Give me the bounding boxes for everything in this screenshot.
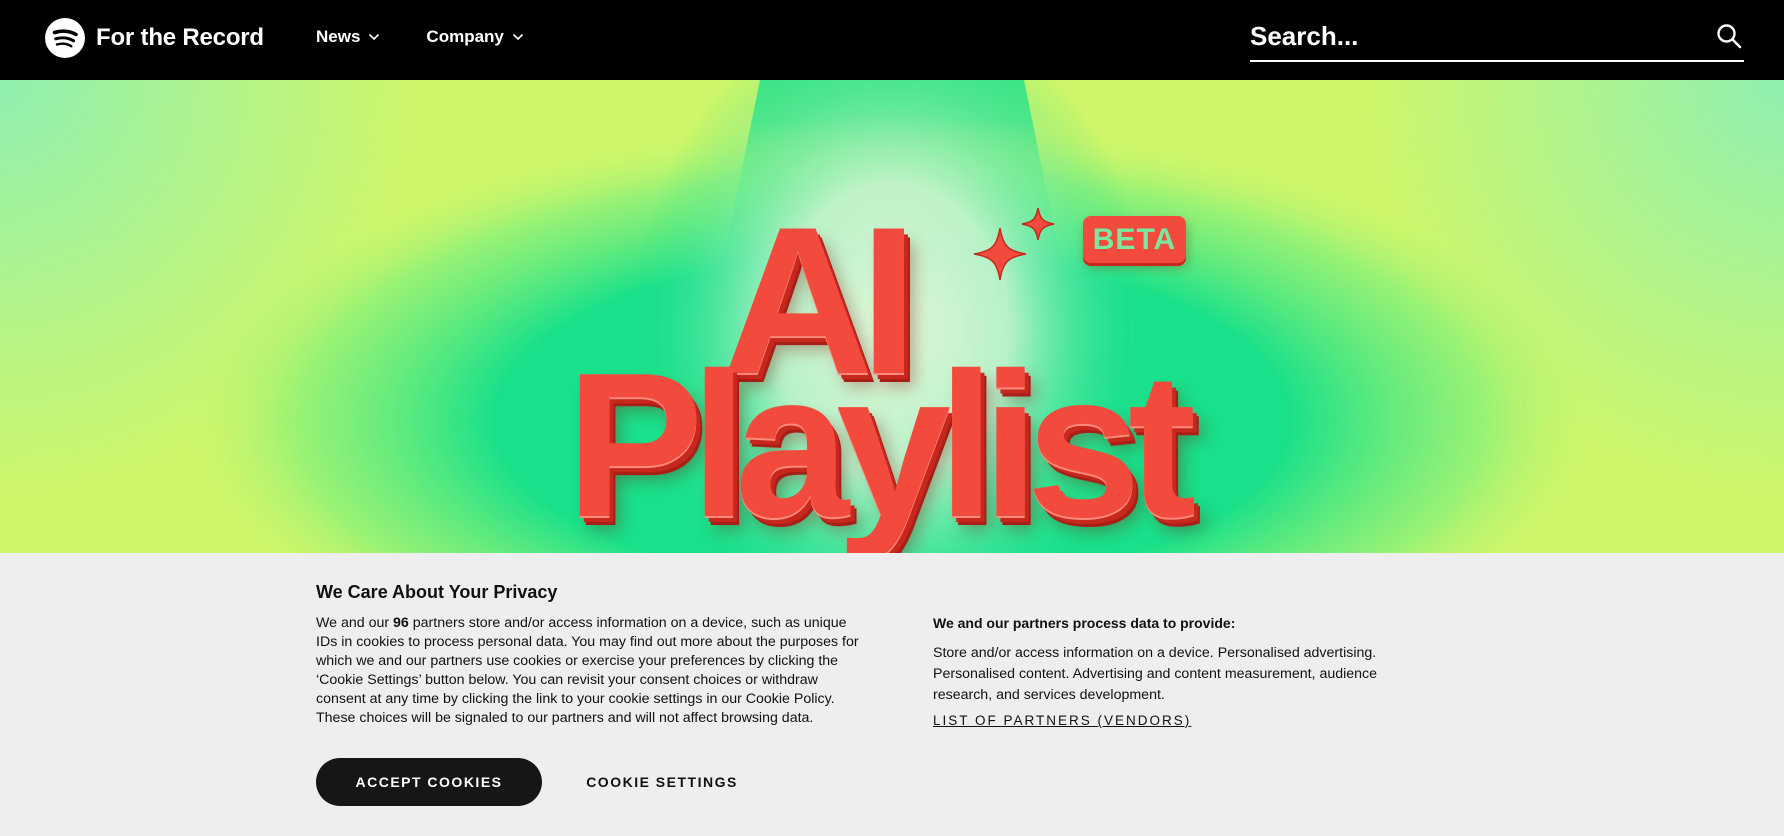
cookie-settings-button[interactable]: COOKIE SETTINGS — [574, 758, 750, 806]
purposes-list: Store and/or access information on a dev… — [933, 645, 1378, 703]
search-icon[interactable] — [1716, 23, 1742, 49]
chevron-down-icon — [512, 33, 523, 41]
brand-name: For the Record — [96, 24, 264, 51]
nav-item-company[interactable]: Company — [426, 27, 523, 47]
cookie-description: We and our 96 partners store and/or acce… — [316, 614, 871, 728]
beta-label: BETA — [1092, 222, 1177, 256]
cookie-desc-text: partners store and/or access information… — [316, 615, 859, 726]
nav-item-label: News — [316, 27, 361, 46]
vendors-list-link[interactable]: LIST OF PARTNERS (VENDORS) — [933, 713, 1191, 728]
beta-badge: BETA — [1083, 216, 1186, 263]
cookie-consent-banner: We Care About Your Privacy We and our 96… — [0, 553, 1784, 836]
nav-item-label: Company — [426, 27, 504, 46]
search-bar — [1250, 14, 1744, 62]
main-nav: News Company — [316, 27, 524, 47]
cookie-desc-text: We and our — [316, 615, 394, 631]
spotify-logo-icon — [45, 18, 85, 58]
search-input[interactable] — [1250, 16, 1690, 56]
brand-home-link[interactable]: For the Record — [45, 18, 264, 58]
sparkle-icon — [973, 207, 1055, 281]
hero-banner: AI Playlist BETA — [0, 80, 1784, 553]
cookie-title: We Care About Your Privacy — [316, 582, 558, 602]
partner-count: 96 — [393, 615, 409, 631]
nav-item-news[interactable]: News — [316, 27, 380, 47]
accept-cookies-button[interactable]: ACCEPT COOKIES — [316, 758, 542, 806]
hero-title-playlist: Playlist — [566, 330, 1196, 553]
purposes-heading: We and our partners process data to prov… — [933, 615, 1236, 631]
chevron-down-icon — [369, 33, 380, 41]
site-header: For the Record News Company — [0, 0, 1784, 80]
